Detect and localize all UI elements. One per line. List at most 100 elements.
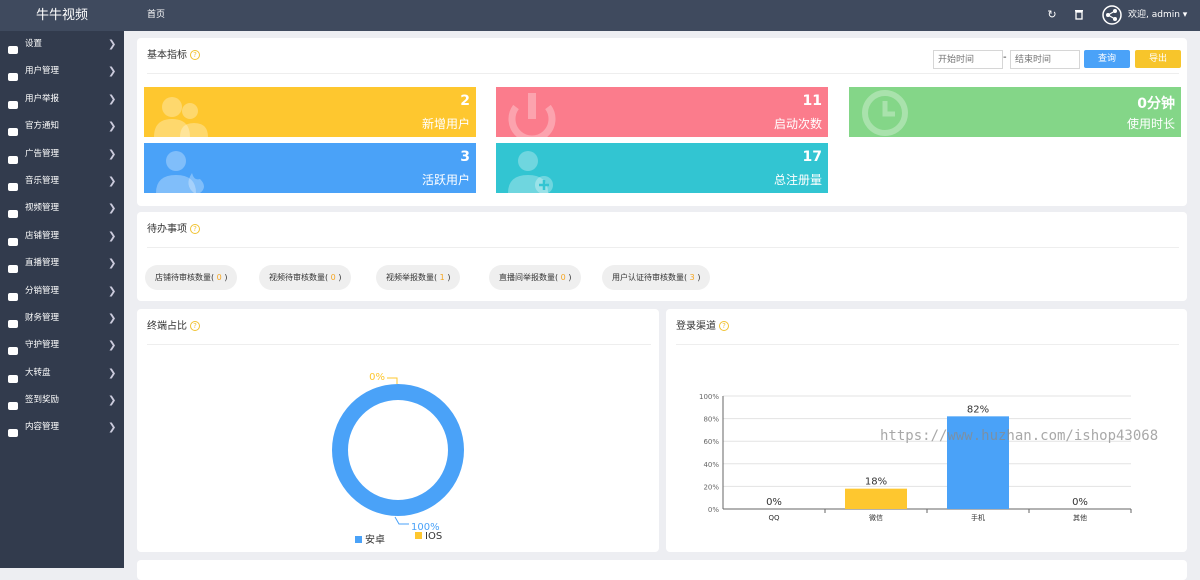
metric-value: 17 bbox=[802, 149, 822, 165]
y-tick-label: 100% bbox=[699, 393, 719, 401]
start-date-input[interactable] bbox=[933, 50, 1003, 69]
x-tick-label: 微信 bbox=[869, 513, 883, 522]
metrics-title: 基本指标 bbox=[147, 50, 187, 61]
sidebar-item[interactable]: 店铺管理 ❯ bbox=[0, 223, 124, 250]
y-tick-label: 60% bbox=[703, 438, 719, 446]
sidebar-item[interactable]: 内容管理 ❯ bbox=[0, 414, 124, 441]
sidebar-item[interactable]: 大转盘 ❯ bbox=[0, 360, 124, 387]
bar-value-label: 82% bbox=[967, 404, 989, 415]
query-button[interactable]: 查询 bbox=[1084, 50, 1130, 68]
todo-item[interactable]: 视频举报数量( 1 ) bbox=[376, 265, 461, 290]
sidebar-item[interactable]: 财务管理 ❯ bbox=[0, 305, 124, 332]
chevron-right-icon: ❯ bbox=[108, 285, 117, 297]
todo-item[interactable]: 用户认证待审核数量( 3 ) bbox=[602, 265, 711, 290]
sidebar-item[interactable]: 设置 ❯ bbox=[0, 31, 124, 58]
bar-value-label: 0% bbox=[766, 497, 782, 508]
bar-微信[interactable] bbox=[845, 488, 907, 509]
pie-label-ios: 0% bbox=[369, 372, 385, 383]
user-menu[interactable]: 欢迎, admin ▾ bbox=[1128, 0, 1187, 31]
sidebar-item-label: 守护管理 bbox=[25, 340, 60, 351]
sidebar-item[interactable]: 签到奖励 ❯ bbox=[0, 387, 124, 414]
sidebar-item[interactable]: 视频管理 ❯ bbox=[0, 195, 124, 222]
metric-card-total-registrations[interactable]: 17 总注册量 bbox=[496, 143, 828, 193]
user-add-icon bbox=[508, 151, 553, 193]
legend-label: IOS bbox=[425, 531, 443, 542]
pie-slice-0[interactable] bbox=[332, 384, 464, 516]
todo-count: 0 bbox=[560, 273, 566, 282]
chevron-right-icon: ❯ bbox=[108, 148, 117, 160]
sidebar-item-label: 用户管理 bbox=[25, 66, 60, 77]
x-tick-label: 手机 bbox=[971, 513, 985, 522]
y-tick-label: 20% bbox=[703, 483, 719, 491]
metric-value: 2 bbox=[460, 93, 470, 109]
end-date-input[interactable] bbox=[1010, 50, 1080, 69]
todo-count: 0 bbox=[216, 273, 222, 282]
sidebar-item[interactable]: 用户管理 ❯ bbox=[0, 58, 124, 85]
todo-paren: ) bbox=[447, 273, 451, 282]
sidebar-item-label: 分销管理 bbox=[25, 285, 60, 296]
sidebar-item-label: 内容管理 bbox=[25, 422, 60, 433]
breadcrumb-home[interactable]: 首页 bbox=[147, 0, 165, 31]
metric-card-launches[interactable]: 11 启动次数 bbox=[496, 87, 828, 137]
sidebar-item[interactable]: 守护管理 ❯ bbox=[0, 332, 124, 359]
share-avatar-icon[interactable] bbox=[1102, 5, 1122, 25]
gamepad-icon bbox=[7, 369, 19, 383]
metric-value: 3 bbox=[460, 149, 470, 165]
app-logo[interactable]: 牛牛视频 bbox=[0, 0, 124, 31]
sidebar-item-label: 视频管理 bbox=[25, 203, 60, 214]
x-tick-label: 其他 bbox=[1073, 513, 1087, 522]
legend-item-android[interactable]: 安卓 bbox=[355, 531, 385, 546]
chevron-right-icon: ❯ bbox=[108, 121, 117, 133]
metric-card-usage-time[interactable]: 0分钟 使用时长 bbox=[849, 87, 1181, 137]
label-line-ios bbox=[387, 377, 398, 384]
terminal-panel: 终端占比? 0% 100% 安卓 IOS bbox=[137, 309, 659, 552]
todo-item[interactable]: 视频待审核数量( 0 ) bbox=[259, 265, 352, 290]
monitor-icon bbox=[7, 259, 19, 274]
todo-item[interactable]: 店铺待审核数量( 0 ) bbox=[145, 265, 238, 290]
metric-label: 总注册量 bbox=[773, 173, 822, 187]
todo-item[interactable]: 直播间举报数量( 0 ) bbox=[489, 265, 582, 290]
user-fire-icon bbox=[156, 151, 204, 193]
sidebar-item[interactable]: 用户举报 ❯ bbox=[0, 86, 124, 113]
todo-count: 3 bbox=[689, 273, 695, 282]
watermark: https://www.huzhan.com/ishop43068 bbox=[880, 428, 1159, 444]
sidebar-item-label: 广告管理 bbox=[25, 148, 60, 159]
bell-icon bbox=[7, 122, 19, 137]
chevron-right-icon: ❯ bbox=[108, 367, 117, 379]
help-icon[interactable]: ? bbox=[190, 224, 200, 234]
legend-swatch bbox=[355, 536, 362, 543]
todo-panel: 待办事项? 店铺待审核数量( 0 ) 视频待审核数量( 0 ) 视频举报数量( 1 … bbox=[137, 212, 1187, 301]
leaf-icon bbox=[7, 396, 19, 411]
todo-title: 待办事项 bbox=[147, 224, 187, 235]
music-icon bbox=[7, 177, 19, 191]
power-icon bbox=[508, 93, 556, 137]
yen-icon bbox=[7, 314, 19, 328]
sidebar-item[interactable]: 官方通知 ❯ bbox=[0, 113, 124, 140]
metric-card-active-users[interactable]: 3 活跃用户 bbox=[144, 143, 476, 193]
y-tick-label: 80% bbox=[703, 416, 719, 424]
top-bar: 牛牛视频 首页 ↻ 欢迎, admin ▾ bbox=[0, 0, 1200, 31]
metric-label: 新增用户 bbox=[421, 117, 470, 131]
refresh-icon[interactable]: ↻ bbox=[1046, 9, 1058, 21]
sidebar-item[interactable]: 音乐管理 ❯ bbox=[0, 168, 124, 195]
bar-value-label: 18% bbox=[865, 477, 887, 488]
caret-down-icon: ▾ bbox=[1182, 10, 1188, 20]
metric-label: 活跃用户 bbox=[421, 173, 470, 187]
terminal-donut-chart: 0%100% bbox=[332, 372, 464, 533]
chevron-right-icon: ❯ bbox=[108, 258, 117, 270]
export-button[interactable]: 导出 bbox=[1135, 50, 1181, 68]
sidebar-item[interactable]: 广告管理 ❯ bbox=[0, 141, 124, 168]
panel-header: 待办事项? bbox=[147, 212, 1179, 248]
todo-paren: ) bbox=[224, 273, 228, 282]
sidebar-item[interactable]: 直播管理 ❯ bbox=[0, 250, 124, 277]
chevron-right-icon: ❯ bbox=[108, 340, 117, 352]
sidebar-item[interactable]: 分销管理 ❯ bbox=[0, 278, 124, 305]
legend-item-ios[interactable]: IOS bbox=[415, 531, 442, 542]
todo-label: 用户认证待审核数量( bbox=[612, 273, 688, 282]
metric-value: 11 bbox=[802, 93, 822, 109]
metric-card-new-users[interactable]: 2 新增用户 bbox=[144, 87, 476, 137]
shield-icon bbox=[7, 341, 19, 356]
help-icon[interactable]: ? bbox=[190, 50, 200, 60]
video-file-icon bbox=[7, 204, 19, 219]
trash-icon[interactable] bbox=[1073, 9, 1085, 21]
